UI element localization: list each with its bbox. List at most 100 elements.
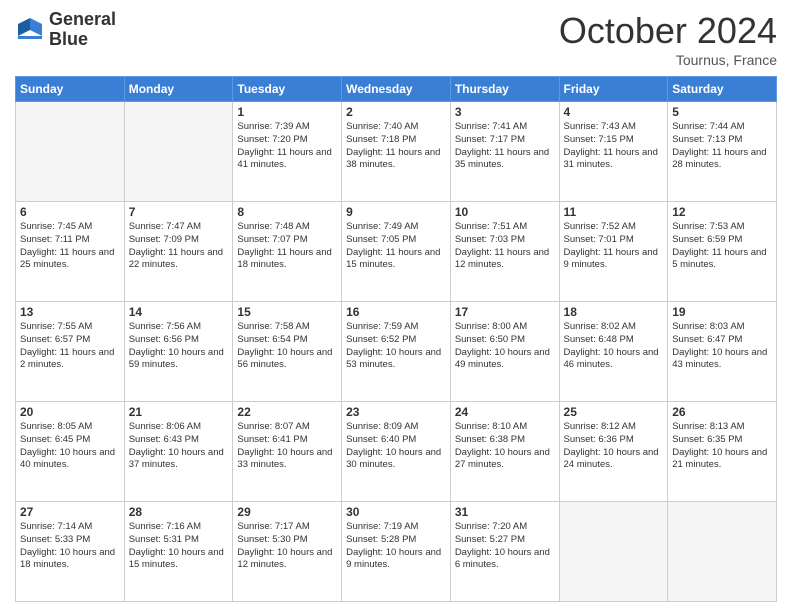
day-info: Sunrise: 7:40 AMSunset: 7:18 PMDaylight:… bbox=[346, 121, 446, 172]
day-number: 24 bbox=[455, 405, 555, 419]
calendar-cell: 27Sunrise: 7:14 AMSunset: 5:33 PMDayligh… bbox=[16, 502, 125, 602]
day-info: Sunrise: 7:47 AMSunset: 7:09 PMDaylight:… bbox=[129, 221, 229, 272]
day-info: Sunrise: 8:07 AMSunset: 6:41 PMDaylight:… bbox=[237, 421, 337, 472]
day-info: Sunrise: 7:52 AMSunset: 7:01 PMDaylight:… bbox=[564, 221, 664, 272]
calendar-cell: 2 Sunrise: 7:40 AMSunset: 7:18 PMDaylight… bbox=[342, 102, 451, 202]
day-info: Sunrise: 8:12 AMSunset: 6:36 PMDaylight:… bbox=[564, 421, 664, 472]
day-info: Sunrise: 7:41 AMSunset: 7:17 PMDaylight:… bbox=[455, 121, 555, 172]
month-title: October 2024 bbox=[559, 10, 777, 52]
day-info: Sunrise: 7:44 AMSunset: 7:13 PMDaylight:… bbox=[672, 121, 772, 172]
day-number: 6 bbox=[20, 205, 120, 219]
calendar-cell: 24 Sunrise: 8:10 AMSunset: 6:38 PMDayligh… bbox=[450, 402, 559, 502]
day-info: Sunrise: 7:17 AMSunset: 5:30 PMDaylight:… bbox=[237, 521, 337, 572]
calendar-week-4: 20Sunrise: 8:05 AMSunset: 6:45 PMDayligh… bbox=[16, 402, 777, 502]
day-info: Sunrise: 8:02 AMSunset: 6:48 PMDaylight:… bbox=[564, 321, 664, 372]
calendar-header-row: SundayMondayTuesdayWednesdayThursdayFrid… bbox=[16, 77, 777, 102]
day-number: 31 bbox=[455, 505, 555, 519]
day-info: Sunrise: 7:20 AMSunset: 5:27 PMDaylight:… bbox=[455, 521, 555, 572]
day-info: Sunrise: 7:51 AMSunset: 7:03 PMDaylight:… bbox=[455, 221, 555, 272]
calendar-body: 1 Sunrise: 7:39 AMSunset: 7:20 PMDaylight… bbox=[16, 102, 777, 602]
logo-line1: General bbox=[49, 10, 116, 30]
day-info: Sunrise: 7:45 AMSunset: 7:11 PMDaylight:… bbox=[20, 221, 120, 272]
day-number: 4 bbox=[564, 105, 664, 119]
calendar-cell: 13Sunrise: 7:55 AMSunset: 6:57 PMDayligh… bbox=[16, 302, 125, 402]
day-number: 26 bbox=[672, 405, 772, 419]
day-info: Sunrise: 7:49 AMSunset: 7:05 PMDaylight:… bbox=[346, 221, 446, 272]
day-header-wednesday: Wednesday bbox=[342, 77, 451, 102]
day-header-tuesday: Tuesday bbox=[233, 77, 342, 102]
day-number: 8 bbox=[237, 205, 337, 219]
calendar-cell: 3 Sunrise: 7:41 AMSunset: 7:17 PMDaylight… bbox=[450, 102, 559, 202]
day-number: 1 bbox=[237, 105, 337, 119]
header: General Blue October 2024 Tournus, Franc… bbox=[15, 10, 777, 68]
day-number: 21 bbox=[129, 405, 229, 419]
calendar-cell: 15 Sunrise: 7:58 AMSunset: 6:54 PMDayligh… bbox=[233, 302, 342, 402]
day-info: Sunrise: 8:09 AMSunset: 6:40 PMDaylight:… bbox=[346, 421, 446, 472]
day-number: 3 bbox=[455, 105, 555, 119]
day-info: Sunrise: 7:55 AMSunset: 6:57 PMDaylight:… bbox=[20, 321, 120, 372]
calendar-cell: 23 Sunrise: 8:09 AMSunset: 6:40 PMDayligh… bbox=[342, 402, 451, 502]
day-number: 28 bbox=[129, 505, 229, 519]
calendar-cell: 4 Sunrise: 7:43 AMSunset: 7:15 PMDaylight… bbox=[559, 102, 668, 202]
day-header-saturday: Saturday bbox=[668, 77, 777, 102]
calendar-cell: 19 Sunrise: 8:03 AMSunset: 6:47 PMDayligh… bbox=[668, 302, 777, 402]
calendar-cell: 9Sunrise: 7:49 AMSunset: 7:05 PMDaylight… bbox=[342, 202, 451, 302]
calendar-cell: 14 Sunrise: 7:56 AMSunset: 6:56 PMDayligh… bbox=[124, 302, 233, 402]
title-block: October 2024 Tournus, France bbox=[559, 10, 777, 68]
day-info: Sunrise: 8:10 AMSunset: 6:38 PMDaylight:… bbox=[455, 421, 555, 472]
day-number: 23 bbox=[346, 405, 446, 419]
calendar-cell: 30Sunrise: 7:19 AMSunset: 5:28 PMDayligh… bbox=[342, 502, 451, 602]
calendar-cell bbox=[559, 502, 668, 602]
day-info: Sunrise: 7:14 AMSunset: 5:33 PMDaylight:… bbox=[20, 521, 120, 572]
calendar-week-5: 27Sunrise: 7:14 AMSunset: 5:33 PMDayligh… bbox=[16, 502, 777, 602]
day-number: 5 bbox=[672, 105, 772, 119]
day-info: Sunrise: 7:56 AMSunset: 6:56 PMDaylight:… bbox=[129, 321, 229, 372]
day-number: 25 bbox=[564, 405, 664, 419]
day-number: 19 bbox=[672, 305, 772, 319]
day-number: 16 bbox=[346, 305, 446, 319]
day-number: 29 bbox=[237, 505, 337, 519]
day-header-friday: Friday bbox=[559, 77, 668, 102]
calendar-cell: 12Sunrise: 7:53 AMSunset: 6:59 PMDayligh… bbox=[668, 202, 777, 302]
calendar-cell: 11Sunrise: 7:52 AMSunset: 7:01 PMDayligh… bbox=[559, 202, 668, 302]
day-number: 14 bbox=[129, 305, 229, 319]
calendar-week-2: 6 Sunrise: 7:45 AMSunset: 7:11 PMDaylight… bbox=[16, 202, 777, 302]
day-info: Sunrise: 8:06 AMSunset: 6:43 PMDaylight:… bbox=[129, 421, 229, 472]
day-info: Sunrise: 7:59 AMSunset: 6:52 PMDaylight:… bbox=[346, 321, 446, 372]
day-info: Sunrise: 7:58 AMSunset: 6:54 PMDaylight:… bbox=[237, 321, 337, 372]
day-number: 18 bbox=[564, 305, 664, 319]
calendar-cell: 22 Sunrise: 8:07 AMSunset: 6:41 PMDayligh… bbox=[233, 402, 342, 502]
calendar-cell: 26 Sunrise: 8:13 AMSunset: 6:35 PMDayligh… bbox=[668, 402, 777, 502]
day-header-sunday: Sunday bbox=[16, 77, 125, 102]
day-number: 2 bbox=[346, 105, 446, 119]
day-info: Sunrise: 7:39 AMSunset: 7:20 PMDaylight:… bbox=[237, 121, 337, 172]
calendar-cell: 18 Sunrise: 8:02 AMSunset: 6:48 PMDayligh… bbox=[559, 302, 668, 402]
day-info: Sunrise: 7:53 AMSunset: 6:59 PMDaylight:… bbox=[672, 221, 772, 272]
logo-text: General Blue bbox=[49, 10, 116, 50]
day-number: 10 bbox=[455, 205, 555, 219]
calendar-cell: 7Sunrise: 7:47 AMSunset: 7:09 PMDaylight… bbox=[124, 202, 233, 302]
page: General Blue October 2024 Tournus, Franc… bbox=[0, 0, 792, 612]
day-info: Sunrise: 8:05 AMSunset: 6:45 PMDaylight:… bbox=[20, 421, 120, 472]
calendar-cell: 21 Sunrise: 8:06 AMSunset: 6:43 PMDayligh… bbox=[124, 402, 233, 502]
day-info: Sunrise: 8:13 AMSunset: 6:35 PMDaylight:… bbox=[672, 421, 772, 472]
day-info: Sunrise: 7:43 AMSunset: 7:15 PMDaylight:… bbox=[564, 121, 664, 172]
day-number: 15 bbox=[237, 305, 337, 319]
day-info: Sunrise: 7:16 AMSunset: 5:31 PMDaylight:… bbox=[129, 521, 229, 572]
logo-line2: Blue bbox=[49, 30, 116, 50]
calendar-week-3: 13Sunrise: 7:55 AMSunset: 6:57 PMDayligh… bbox=[16, 302, 777, 402]
logo-icon bbox=[15, 15, 45, 45]
calendar-cell: 8Sunrise: 7:48 AMSunset: 7:07 PMDaylight… bbox=[233, 202, 342, 302]
calendar-cell: 10 Sunrise: 7:51 AMSunset: 7:03 PMDayligh… bbox=[450, 202, 559, 302]
calendar-cell: 31 Sunrise: 7:20 AMSunset: 5:27 PMDayligh… bbox=[450, 502, 559, 602]
calendar-week-1: 1 Sunrise: 7:39 AMSunset: 7:20 PMDaylight… bbox=[16, 102, 777, 202]
day-info: Sunrise: 8:03 AMSunset: 6:47 PMDaylight:… bbox=[672, 321, 772, 372]
calendar-cell: 20Sunrise: 8:05 AMSunset: 6:45 PMDayligh… bbox=[16, 402, 125, 502]
day-number: 22 bbox=[237, 405, 337, 419]
location: Tournus, France bbox=[559, 52, 777, 68]
calendar-cell: 6 Sunrise: 7:45 AMSunset: 7:11 PMDaylight… bbox=[16, 202, 125, 302]
day-info: Sunrise: 7:19 AMSunset: 5:28 PMDaylight:… bbox=[346, 521, 446, 572]
calendar-cell: 1 Sunrise: 7:39 AMSunset: 7:20 PMDaylight… bbox=[233, 102, 342, 202]
calendar-cell: 28 Sunrise: 7:16 AMSunset: 5:31 PMDayligh… bbox=[124, 502, 233, 602]
calendar-cell: 5 Sunrise: 7:44 AMSunset: 7:13 PMDaylight… bbox=[668, 102, 777, 202]
